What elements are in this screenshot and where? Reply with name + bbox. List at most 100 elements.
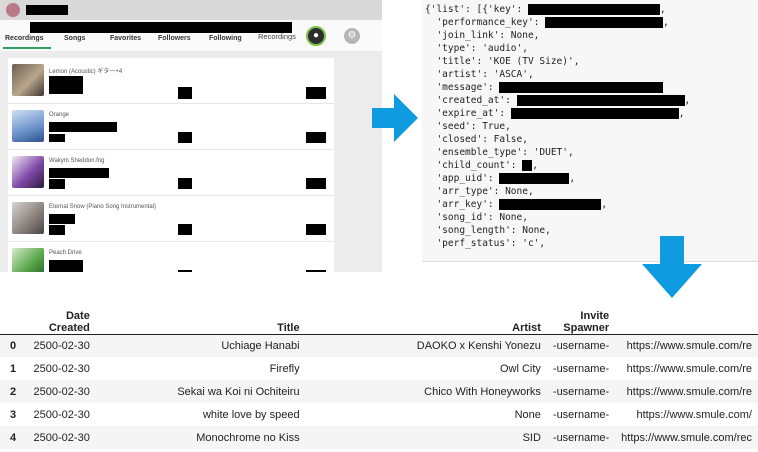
list-item[interactable]: Orange <box>8 104 334 150</box>
code-text: {'list': [{'key': <box>425 4 528 15</box>
code-line: {'list': [{'key': , <box>425 3 690 16</box>
code-text: , <box>678 108 685 119</box>
redacted-username <box>26 5 68 15</box>
list-item[interactable]: Peach Drive <box>8 242 334 272</box>
json-code: {'list': [{'key': , 'performance_key': ,… <box>425 3 690 250</box>
redacted-info <box>178 224 192 235</box>
cover-thumbnail <box>12 248 44 272</box>
code-text: 'seed': True, <box>425 121 511 132</box>
code-line: 'app_uid': , <box>425 172 690 185</box>
column-header-artist: Artist <box>305 298 547 335</box>
code-text: , <box>663 17 669 28</box>
cell-url: https://www.smule.com/re <box>626 385 752 398</box>
json-output-panel: {'list': [{'key': , 'performance_key': ,… <box>422 0 758 262</box>
recording-title: Wakym Sheddon.fng <box>49 158 105 164</box>
app-window: Recordings Songs Favorites Followers Fol… <box>0 0 382 272</box>
table-header-row: Date Created Title Artist Invite Spawner <box>0 298 758 335</box>
code-line: 'performance_key': , <box>425 16 690 29</box>
code-line: 'expire_at': , <box>425 107 690 120</box>
active-tab-indicator <box>3 47 51 49</box>
redacted-info <box>49 225 65 235</box>
recording-title: Orange <box>49 112 70 118</box>
column-header-invite-spawner: Invite Spawner <box>546 298 616 335</box>
code-text: 'song_length': None, <box>425 225 551 236</box>
settings-icon[interactable]: ⚙ <box>344 28 360 44</box>
code-text: 'arr_key': <box>425 199 500 210</box>
cell-date-created: 2500-02-30 <box>33 385 90 398</box>
redacted-value <box>527 4 660 15</box>
redacted-info <box>49 134 65 142</box>
cell-date-created: 2500-02-30 <box>33 339 90 352</box>
cell-artist: SID <box>522 431 541 444</box>
redacted-value <box>499 199 602 210</box>
code-line: 'child_count': , <box>425 159 690 172</box>
code-text: , <box>532 160 538 171</box>
redacted-info <box>49 179 65 189</box>
cell-date-created: 2500-02-30 <box>33 408 90 421</box>
tab-following[interactable]: Following <box>209 35 242 42</box>
redacted-info <box>49 76 83 94</box>
code-text: 'closed': False, <box>425 134 528 145</box>
cell-artist: Chico With Honeyworks <box>424 385 541 398</box>
code-line: 'artist': 'ASCA', <box>425 68 690 81</box>
cell-invite-spawner: -username- <box>552 362 610 375</box>
code-line: 'closed': False, <box>425 133 690 146</box>
table-row: 2 2500-02-30 Sekai wa Koi ni Ochiteiru Chic… <box>0 380 758 403</box>
cover-thumbnail <box>12 156 44 188</box>
table-row: 4 2500-02-30 Monochrome no Kiss SID -usernam… <box>0 426 758 449</box>
code-text: , <box>659 4 666 15</box>
cover-thumbnail <box>12 64 44 96</box>
list-item[interactable]: Eternal Snow (Piano Song Instrumental) <box>8 196 334 242</box>
redacted-info <box>306 87 326 99</box>
cell-title: Monochrome no Kiss <box>196 431 300 444</box>
list-item[interactable]: Wakym Sheddon.fng <box>8 150 334 196</box>
row-index: 2 <box>10 385 17 398</box>
cell-invite-spawner: -username- <box>552 431 610 444</box>
code-text: 'type': 'audio', <box>425 43 528 54</box>
tab-recordings[interactable]: Recordings <box>5 35 44 42</box>
redacted-info <box>306 224 326 235</box>
tab-favorites[interactable]: Favorites <box>110 35 141 42</box>
column-header-url <box>615 298 758 335</box>
code-text: 'artist': 'ASCA', <box>425 69 534 80</box>
row-index: 0 <box>10 339 17 352</box>
redacted-value <box>510 108 679 119</box>
code-text: 'message': <box>425 82 500 93</box>
recordings-list: Lemon (Acoustic) ギター+4 Orange Wakym Shed… <box>8 58 334 272</box>
code-text: 'created_at': <box>425 95 517 106</box>
cell-url: https://www.smule.com/ <box>636 408 752 421</box>
redacted-value <box>499 173 570 184</box>
code-line: 'title': 'KOE (TV Size)', <box>425 55 690 68</box>
code-line: 'song_id': None, <box>425 211 690 224</box>
code-text: 'performance_key': <box>425 17 546 28</box>
redacted-info <box>306 132 326 143</box>
code-text: , <box>569 173 576 184</box>
cell-url: https://www.smule.com/rec <box>621 431 752 444</box>
column-header-index <box>0 298 28 335</box>
code-line: 'seed': True, <box>425 120 690 133</box>
tab-followers[interactable]: Followers <box>158 35 191 42</box>
code-text: , <box>601 199 608 210</box>
microphone-icon[interactable]: ● <box>306 26 326 46</box>
app-header <box>0 0 382 20</box>
cover-thumbnail <box>12 202 44 234</box>
code-text: 'ensemble_type': 'DUET', <box>425 147 574 158</box>
code-text: 'app_uid': <box>425 173 500 184</box>
recording-title: Eternal Snow (Piano Song Instrumental) <box>49 204 157 210</box>
cell-title: Uchiage Hanabi <box>221 339 300 352</box>
redacted-value <box>522 160 533 171</box>
recordings-filter-label[interactable]: Recordings <box>258 32 296 41</box>
column-header-title: Title <box>95 298 306 335</box>
row-index: 3 <box>10 408 17 421</box>
avatar[interactable] <box>6 3 20 17</box>
tab-songs[interactable]: Songs <box>64 35 85 42</box>
redacted-profile-info <box>30 22 292 33</box>
redacted-info <box>178 178 192 189</box>
cell-url: https://www.smule.com/re <box>626 339 752 352</box>
code-text: 'song_id': None, <box>425 212 528 223</box>
redacted-info <box>306 270 326 272</box>
redacted-info <box>49 168 109 178</box>
table-row: 3 2500-02-30 white love by speed None -usern… <box>0 403 758 426</box>
cell-title: white love by speed <box>202 408 300 421</box>
list-item[interactable]: Lemon (Acoustic) ギター+4 <box>8 58 334 104</box>
